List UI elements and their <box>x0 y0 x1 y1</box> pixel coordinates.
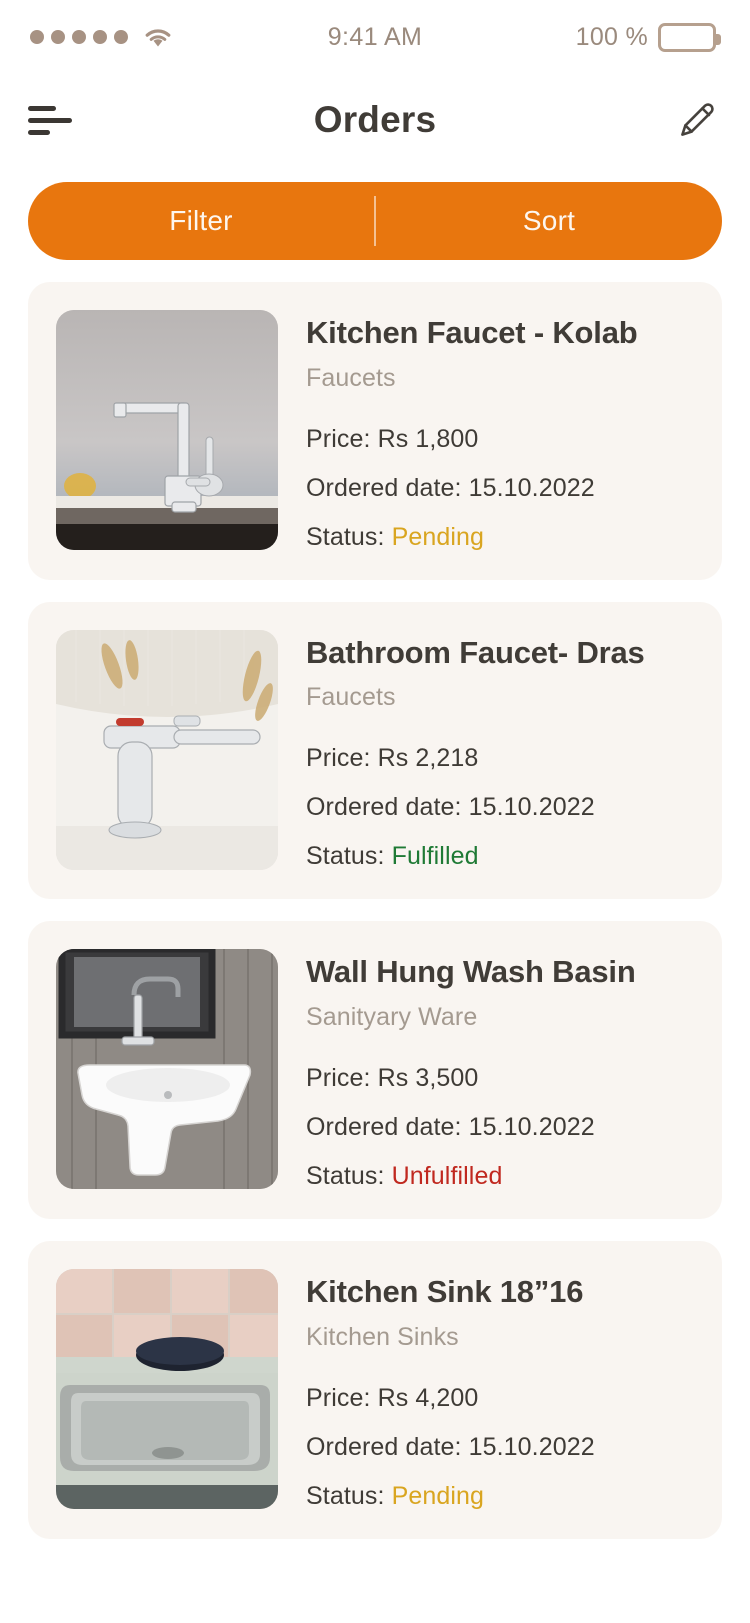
filter-button[interactable]: Filter <box>28 182 374 260</box>
order-date: Ordered date: 15.10.2022 <box>306 1113 694 1142</box>
order-date-value: 15.10.2022 <box>468 1432 595 1461</box>
order-product-image <box>56 949 278 1190</box>
app-screen: 9:41 AM 100 % Orders Filter Sort Kitchen… <box>0 0 750 1623</box>
order-price: Price: Rs 1,800 <box>306 425 694 454</box>
order-date-value: 15.10.2022 <box>468 1113 595 1142</box>
order-date-label: Ordered date: <box>306 793 469 822</box>
order-status-label: Status: <box>306 1162 392 1191</box>
order-title: Wall Hung Wash Basin <box>306 954 636 990</box>
order-card[interactable]: Kitchen Faucet - Kolab Faucets Price: Rs… <box>28 282 722 580</box>
order-product-image <box>56 629 278 870</box>
order-price-label: Price: <box>306 424 378 453</box>
order-category: Faucets <box>306 363 396 392</box>
order-details: Kitchen Sink 18”16 Kitchen Sinks Price: … <box>306 1269 694 1511</box>
filter-sort-bar: Filter Sort <box>28 182 722 260</box>
order-card[interactable]: Kitchen Sink 18”16 Kitchen Sinks Price: … <box>28 1241 722 1539</box>
status-badge: Pending <box>391 522 485 551</box>
order-product-image <box>56 1269 278 1510</box>
order-date: Ordered date: 15.10.2022 <box>306 474 694 503</box>
order-title: Bathroom Faucet- Dras <box>306 634 645 670</box>
order-date-label: Ordered date: <box>306 473 469 502</box>
order-details: Kitchen Faucet - Kolab Faucets Price: Rs… <box>306 310 694 552</box>
order-title: Kitchen Faucet - Kolab <box>306 315 638 350</box>
order-status-label: Status: <box>306 842 392 871</box>
order-price-value: Rs 3,500 <box>377 1064 479 1093</box>
order-status: Status: Pending <box>306 523 694 552</box>
order-title: Kitchen Sink 18”16 <box>306 1274 584 1310</box>
page-title: Orders <box>313 99 437 140</box>
order-price-value: Rs 4,200 <box>377 1383 479 1412</box>
order-category: Sanityary Ware <box>306 1003 478 1032</box>
order-details: Bathroom Faucet- Dras Faucets Price: Rs … <box>306 630 694 872</box>
status-bar-time: 9:41 AM <box>327 22 423 51</box>
order-category: Kitchen Sinks <box>306 1322 459 1351</box>
order-status: Status: Pending <box>306 1482 694 1511</box>
order-status: Status: Fulfilled <box>306 842 694 871</box>
status-badge: Pending <box>391 1481 485 1510</box>
status-badge: Fulfilled <box>391 842 479 871</box>
sort-button[interactable]: Sort <box>376 182 722 260</box>
status-badge: Unfulfilled <box>391 1162 503 1191</box>
status-bar: 9:41 AM 100 % <box>0 0 750 74</box>
order-price-label: Price: <box>306 1383 378 1412</box>
order-price: Price: Rs 2,218 <box>306 744 694 773</box>
order-status-label: Status: <box>306 522 392 551</box>
order-date-value: 15.10.2022 <box>468 473 595 502</box>
order-card[interactable]: Wall Hung Wash Basin Sanityary Ware Pric… <box>28 921 722 1220</box>
order-date: Ordered date: 15.10.2022 <box>306 793 694 822</box>
order-price-label: Price: <box>306 1064 378 1093</box>
order-list: Kitchen Faucet - Kolab Faucets Price: Rs… <box>0 260 750 1539</box>
order-details: Wall Hung Wash Basin Sanityary Ware Pric… <box>306 949 694 1191</box>
order-date-value: 15.10.2022 <box>468 793 595 822</box>
order-date-label: Ordered date: <box>306 1113 469 1142</box>
order-category: Faucets <box>306 683 396 712</box>
order-price-label: Price: <box>306 744 378 773</box>
order-product-image <box>56 310 278 550</box>
battery-full-icon <box>658 22 721 52</box>
order-date-label: Ordered date: <box>306 1432 469 1461</box>
order-status: Status: Unfulfilled <box>306 1162 694 1191</box>
order-status-label: Status: <box>306 1481 392 1510</box>
order-price-value: Rs 1,800 <box>377 424 479 453</box>
order-card[interactable]: Bathroom Faucet- Dras Faucets Price: Rs … <box>28 601 722 900</box>
order-price: Price: Rs 4,200 <box>306 1384 694 1413</box>
order-date: Ordered date: 15.10.2022 <box>306 1433 694 1462</box>
order-price: Price: Rs 3,500 <box>306 1064 694 1093</box>
nav-bar: Orders <box>0 74 750 166</box>
order-price-value: Rs 2,218 <box>377 744 479 773</box>
